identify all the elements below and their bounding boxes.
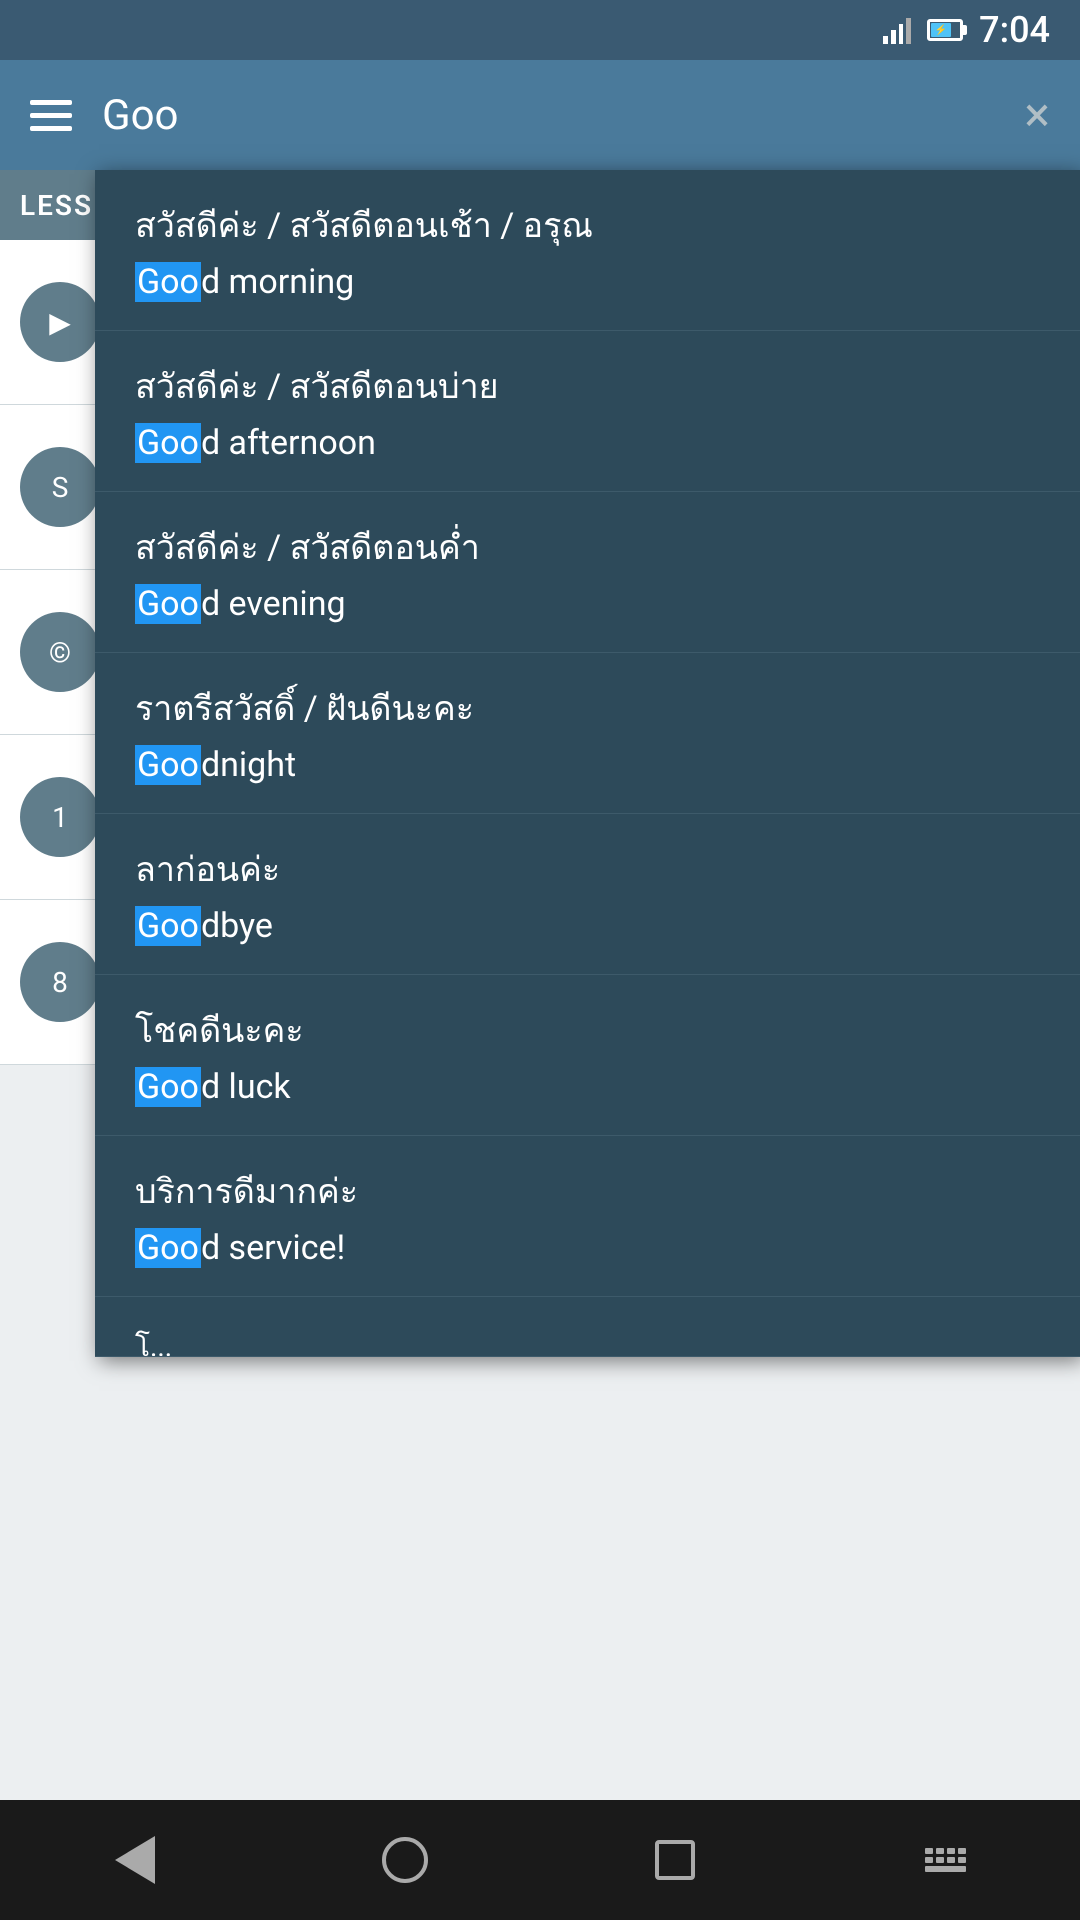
- hamburger-line-1: [30, 100, 72, 105]
- english-text-7: Good service!: [135, 1228, 1040, 1268]
- highlight-2: Goo: [135, 423, 201, 463]
- hamburger-line-2: [30, 113, 72, 118]
- english-text-2: Good afternoon: [135, 423, 1040, 463]
- english-text-1: Good morning: [135, 262, 1040, 302]
- thai-text-3: สวัสดีค่ะ / สวัสดีตอนค่ำ: [135, 520, 1040, 574]
- search-text[interactable]: Goo: [102, 91, 994, 140]
- highlight-3: Goo: [135, 584, 201, 624]
- highlight-7: Goo: [135, 1228, 201, 1268]
- status-icons: ⚡ 7:04: [883, 9, 1050, 51]
- lessons-label: LESS: [20, 189, 93, 222]
- back-icon: [115, 1836, 155, 1884]
- dropdown-item-3[interactable]: สวัสดีค่ะ / สวัสดีตอนค่ำ Good evening: [95, 492, 1080, 653]
- recents-icon: [655, 1840, 695, 1880]
- english-text-6: Good luck: [135, 1067, 1040, 1107]
- thai-text-4: ราตรีสวัสดิ์ / ฝันดีนะคะ: [135, 681, 1040, 735]
- recents-button[interactable]: [635, 1820, 715, 1900]
- battery-icon: ⚡: [927, 19, 963, 41]
- dropdown-item-8[interactable]: โ...: [95, 1297, 1080, 1357]
- dropdown-item-2[interactable]: สวัสดีค่ะ / สวัสดีตอนบ่าย Good afternoon: [95, 331, 1080, 492]
- thai-text-7: บริการดีมากค่ะ: [135, 1164, 1040, 1218]
- keyboard-button[interactable]: [905, 1820, 985, 1900]
- navigation-bar: [0, 1800, 1080, 1920]
- dropdown-item-1[interactable]: สวัสดีค่ะ / สวัสดีตอนเช้า / อรุณ Good mo…: [95, 170, 1080, 331]
- keyboard-icon: [925, 1848, 966, 1872]
- dropdown-item-5[interactable]: ลาก่อนค่ะ Goodbye: [95, 814, 1080, 975]
- back-button[interactable]: [95, 1820, 175, 1900]
- lesson-circle-1: ▶: [20, 282, 100, 362]
- dropdown-item-6[interactable]: โชคดีนะคะ Good luck: [95, 975, 1080, 1136]
- thai-text-5: ลาก่อนค่ะ: [135, 842, 1040, 896]
- english-text-5: Goodbye: [135, 906, 1040, 946]
- highlight-6: Goo: [135, 1067, 201, 1107]
- thai-text-8: โ...: [135, 1325, 1040, 1357]
- close-button[interactable]: ×: [1024, 91, 1050, 139]
- english-text-3: Good evening: [135, 584, 1040, 624]
- dropdown-item-4[interactable]: ราตรีสวัสดิ์ / ฝันดีนะคะ Goodnight: [95, 653, 1080, 814]
- highlight-4: Goo: [135, 745, 201, 785]
- home-button[interactable]: [365, 1820, 445, 1900]
- status-time: 7:04: [979, 9, 1050, 51]
- highlight-1: Goo: [135, 262, 201, 302]
- thai-text-1: สวัสดีค่ะ / สวัสดีตอนเช้า / อรุณ: [135, 198, 1040, 252]
- search-dropdown: สวัสดีค่ะ / สวัสดีตอนเช้า / อรุณ Good mo…: [95, 170, 1080, 1357]
- lesson-circle-2: S: [20, 447, 100, 527]
- hamburger-line-3: [30, 126, 72, 131]
- signal-icon: [883, 16, 911, 44]
- lesson-circle-4: 1: [20, 777, 100, 857]
- lesson-circle-3: ©: [20, 612, 100, 692]
- toolbar: Goo ×: [0, 60, 1080, 170]
- highlight-5: Goo: [135, 906, 201, 946]
- english-text-4: Goodnight: [135, 745, 1040, 785]
- lesson-circle-5: 8: [20, 942, 100, 1022]
- thai-text-2: สวัสดีค่ะ / สวัสดีตอนบ่าย: [135, 359, 1040, 413]
- menu-button[interactable]: [30, 100, 72, 131]
- status-bar: ⚡ 7:04: [0, 0, 1080, 60]
- thai-text-6: โชคดีนะคะ: [135, 1003, 1040, 1057]
- battery-fill: ⚡: [931, 23, 951, 37]
- home-icon: [382, 1837, 428, 1883]
- dropdown-item-7[interactable]: บริการดีมากค่ะ Good service!: [95, 1136, 1080, 1297]
